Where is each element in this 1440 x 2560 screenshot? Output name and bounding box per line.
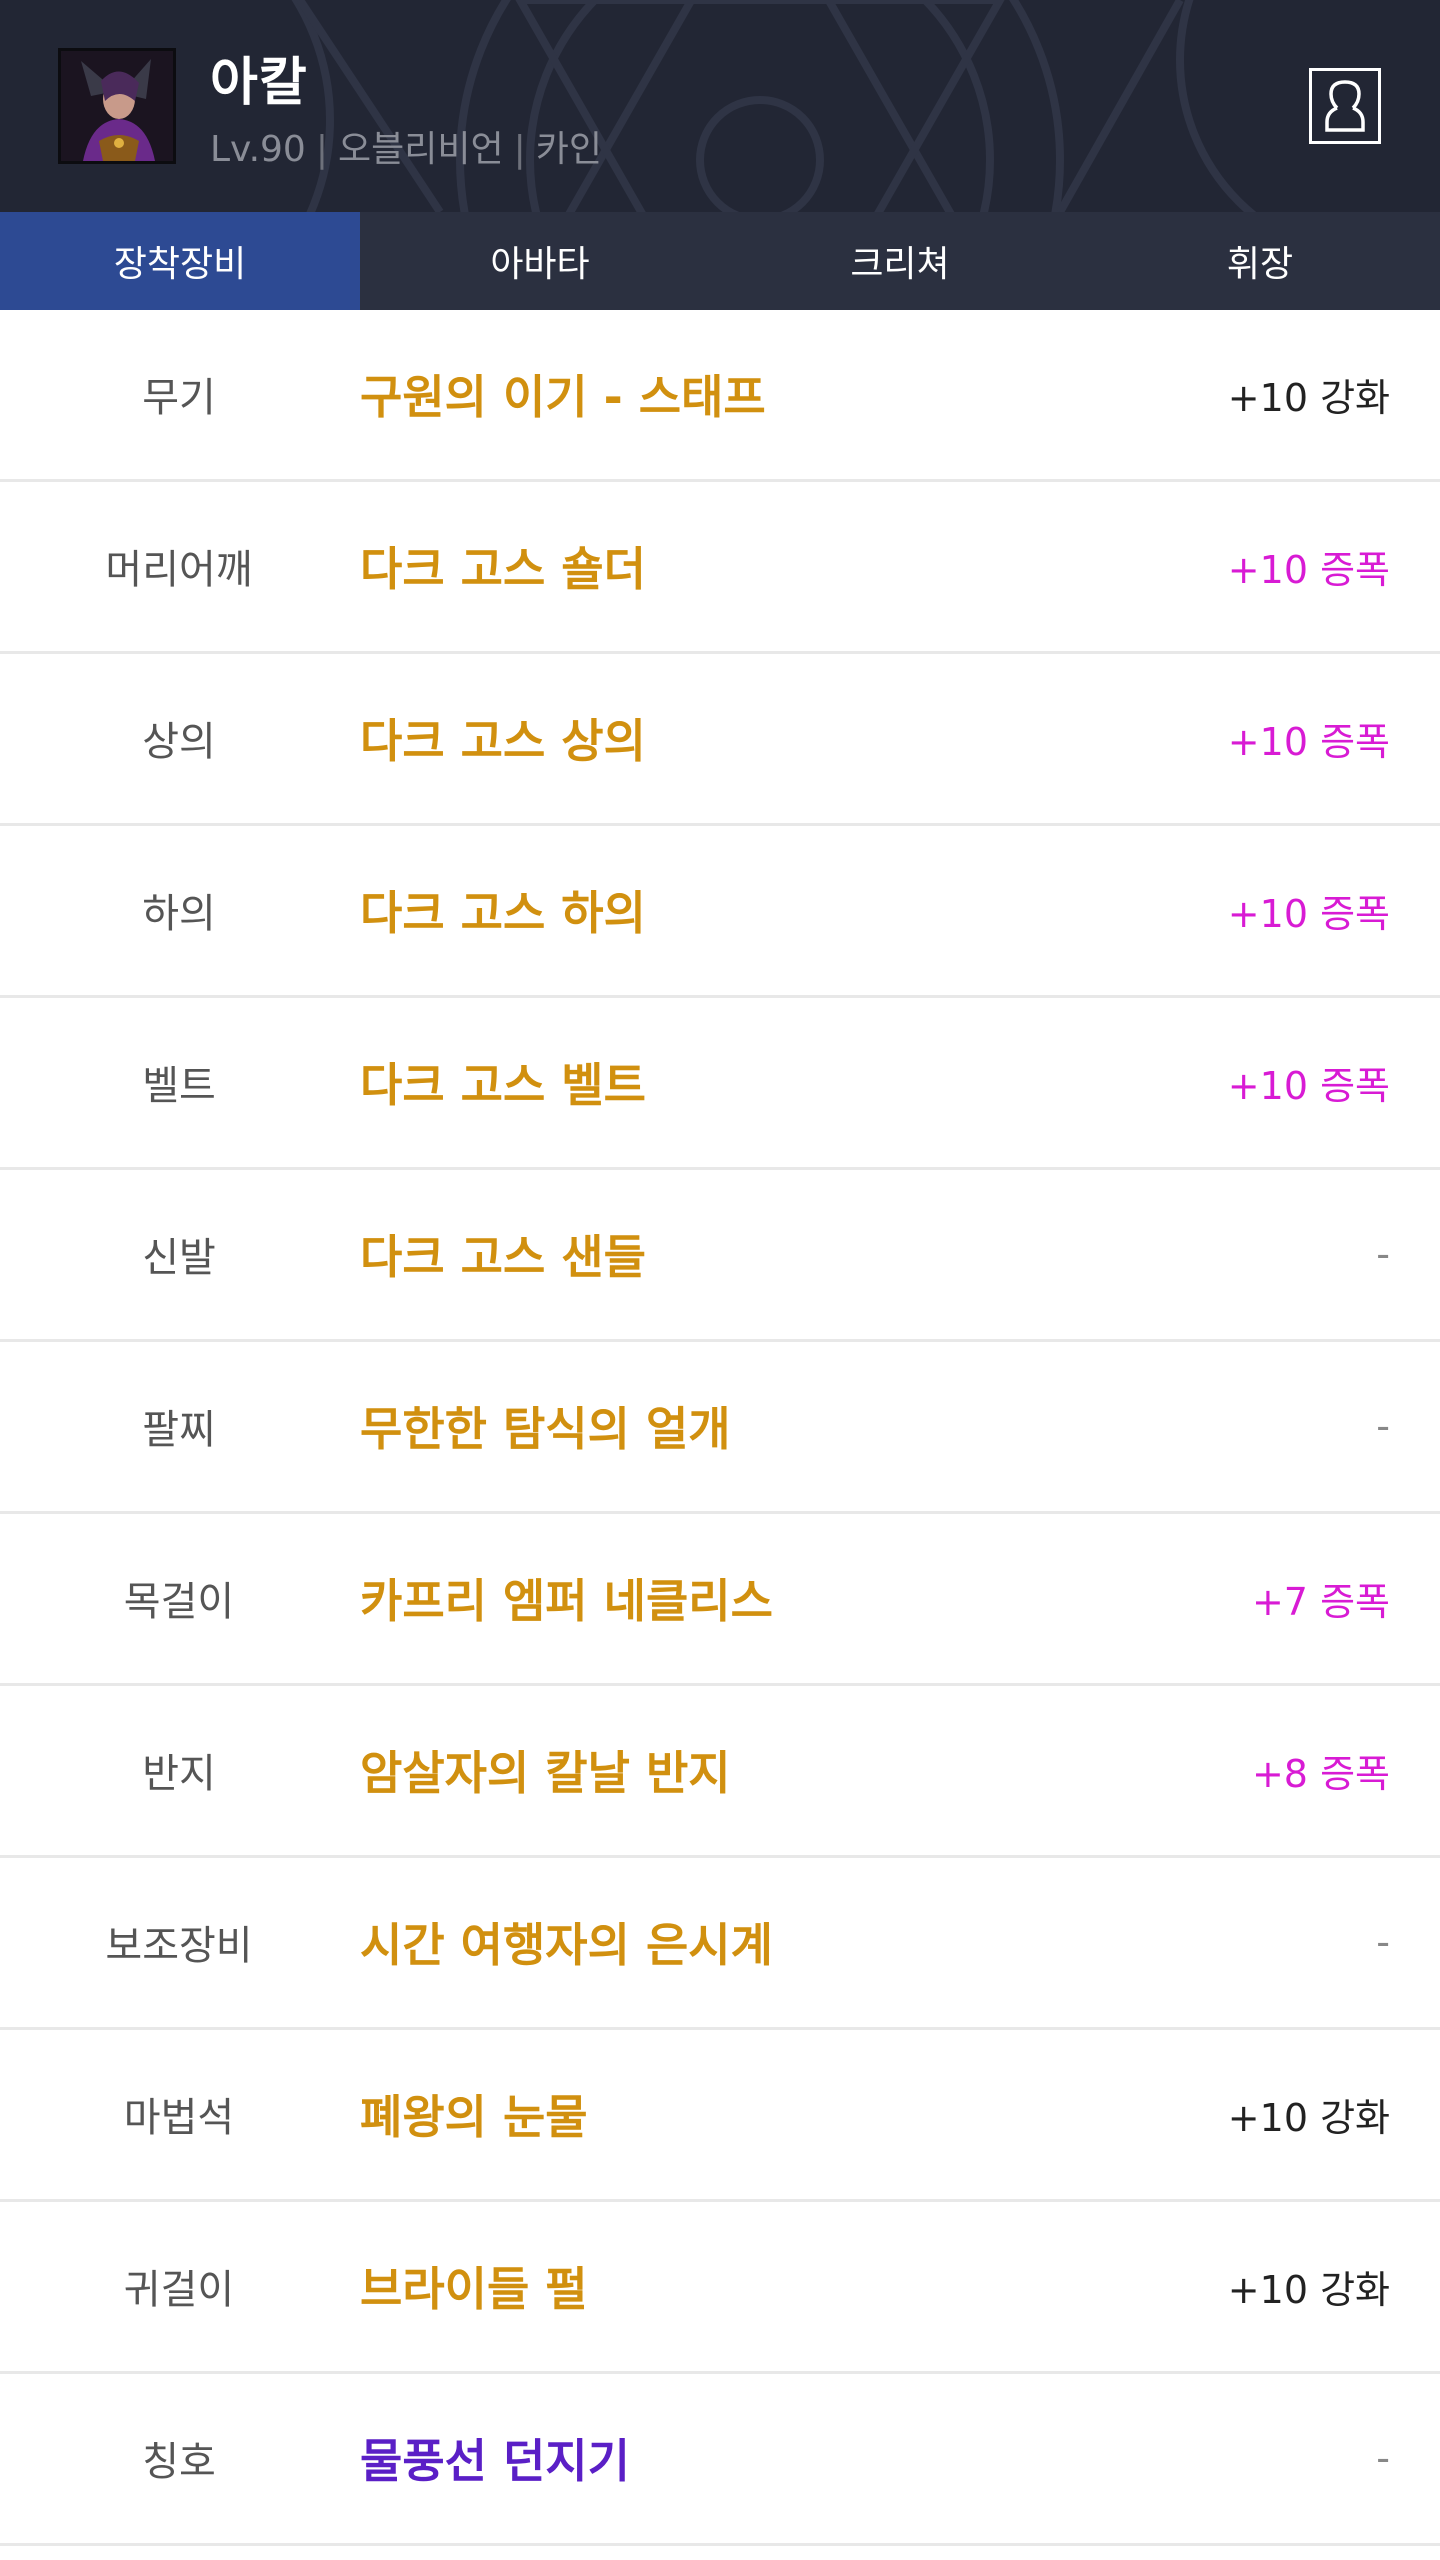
- profile-button[interactable]: [1309, 68, 1381, 144]
- equipment-row[interactable]: 신발 다크 고스 샌들 -: [0, 1170, 1440, 1342]
- equipment-row[interactable]: 벨트 다크 고스 벨트 +10 증폭: [0, 998, 1440, 1170]
- equipment-item-name[interactable]: 브라이들 펄: [360, 2202, 588, 2370]
- equipment-slot-label: 팔찌: [142, 1407, 216, 1453]
- character-info: Lv.90 | 오블리비언 | 카인: [210, 129, 602, 170]
- equipment-item-name[interactable]: 폐왕의 눈물: [360, 2030, 588, 2198]
- equipment-item-name[interactable]: 다크 고스 하의: [360, 826, 646, 994]
- user-profile-icon: [1325, 80, 1365, 132]
- character-job: 오블리비언: [337, 129, 504, 170]
- equipment-slot-label: 목걸이: [123, 1579, 235, 1625]
- equipment-row[interactable]: 보조장비 시간 여행자의 은시계 -: [0, 1858, 1440, 2030]
- equipment-item-name[interactable]: 물풍선 던지기: [360, 2374, 630, 2542]
- equipment-row[interactable]: 목걸이 카프리 엠퍼 네클리스 +7 증폭: [0, 1514, 1440, 1686]
- equipment-item-name[interactable]: 구원의 이기 - 스태프: [360, 310, 766, 478]
- tab-creature[interactable]: 크리쳐: [720, 212, 1080, 310]
- tab-equipment[interactable]: 장착장비: [0, 212, 360, 310]
- equipment-tabs: 장착장비 아바타 크리쳐 휘장: [0, 212, 1440, 310]
- equipment-enhance-level: +10 강화: [1227, 2267, 1390, 2312]
- equipment-slot-label: 무기: [142, 375, 216, 421]
- character-server: 카인: [535, 129, 602, 170]
- equipment-item-name[interactable]: 다크 고스 상의: [360, 654, 646, 822]
- character-name: 아칼: [210, 53, 308, 113]
- equipment-enhance-level: +7 증폭: [1251, 1579, 1390, 1624]
- equipment-enhance-level: +10 강화: [1227, 375, 1390, 420]
- equipment-item-name[interactable]: 다크 고스 샌들: [360, 1170, 646, 1338]
- equipment-row[interactable]: 팔찌 무한한 탐식의 얼개 -: [0, 1342, 1440, 1514]
- equipment-row[interactable]: 반지 암살자의 칼날 반지 +8 증폭: [0, 1686, 1440, 1858]
- equipment-row[interactable]: 무기 구원의 이기 - 스태프 +10 강화: [0, 310, 1440, 482]
- equipment-item-name[interactable]: 시간 여행자의 은시계: [360, 1858, 773, 2026]
- equipment-enhance-level: -: [1376, 2436, 1390, 2480]
- equipment-slot-label: 하의: [142, 891, 216, 937]
- equipment-slot-label: 귀걸이: [123, 2267, 235, 2313]
- equipment-item-name[interactable]: 암살자의 칼날 반지: [360, 1686, 731, 1854]
- character-header: 아칼 Lv.90 | 오블리비언 | 카인: [0, 0, 1440, 212]
- equipment-slot-label: 벨트: [142, 1063, 216, 1109]
- equipment-row[interactable]: 하의 다크 고스 하의 +10 증폭: [0, 826, 1440, 998]
- character-level: Lv.90: [210, 129, 306, 170]
- equipment-enhance-level: -: [1376, 1920, 1390, 1964]
- equipment-row[interactable]: 칭호 물풍선 던지기 -: [0, 2374, 1440, 2546]
- equipment-enhance-level: +10 증폭: [1227, 1063, 1390, 1108]
- equipment-enhance-level: +10 증폭: [1227, 547, 1390, 592]
- equipment-row[interactable]: 머리어깨 다크 고스 숄더 +10 증폭: [0, 482, 1440, 654]
- equipment-slot-label: 칭호: [142, 2439, 216, 2485]
- equipment-slot-label: 상의: [142, 719, 216, 765]
- equipment-slot-label: 마법석: [123, 2095, 235, 2141]
- equipment-slot-label: 반지: [142, 1751, 216, 1797]
- equipment-row[interactable]: 상의 다크 고스 상의 +10 증폭: [0, 654, 1440, 826]
- equipment-slot-label: 머리어깨: [105, 547, 253, 593]
- equipment-row[interactable]: 귀걸이 브라이들 펄 +10 강화: [0, 2202, 1440, 2374]
- equipment-item-name[interactable]: 다크 고스 숄더: [360, 482, 646, 650]
- equipment-enhance-level: +10 증폭: [1227, 719, 1390, 764]
- equipment-list: 무기 구원의 이기 - 스태프 +10 강화 머리어깨 다크 고스 숄더 +10 증폭 상의…: [0, 310, 1440, 2546]
- equipment-enhance-level: -: [1376, 1404, 1390, 1448]
- equipment-enhance-level: +10 증폭: [1227, 891, 1390, 936]
- tab-emblem[interactable]: 휘장: [1080, 212, 1440, 310]
- equipment-item-name[interactable]: 무한한 탐식의 얼개: [360, 1342, 731, 1510]
- character-avatar: [58, 48, 176, 164]
- equipment-enhance-level: +10 강화: [1227, 2095, 1390, 2140]
- equipment-item-name[interactable]: 다크 고스 벨트: [360, 998, 646, 1166]
- equipment-slot-label: 신발: [142, 1235, 216, 1281]
- character-portrait-icon: [61, 51, 173, 161]
- equipment-enhance-level: -: [1376, 1232, 1390, 1276]
- tab-avatar[interactable]: 아바타: [360, 212, 720, 310]
- equipment-row[interactable]: 마법석 폐왕의 눈물 +10 강화: [0, 2030, 1440, 2202]
- equipment-enhance-level: +8 증폭: [1251, 1751, 1390, 1796]
- equipment-slot-label: 보조장비: [105, 1923, 253, 1969]
- equipment-item-name[interactable]: 카프리 엠퍼 네클리스: [360, 1514, 773, 1682]
